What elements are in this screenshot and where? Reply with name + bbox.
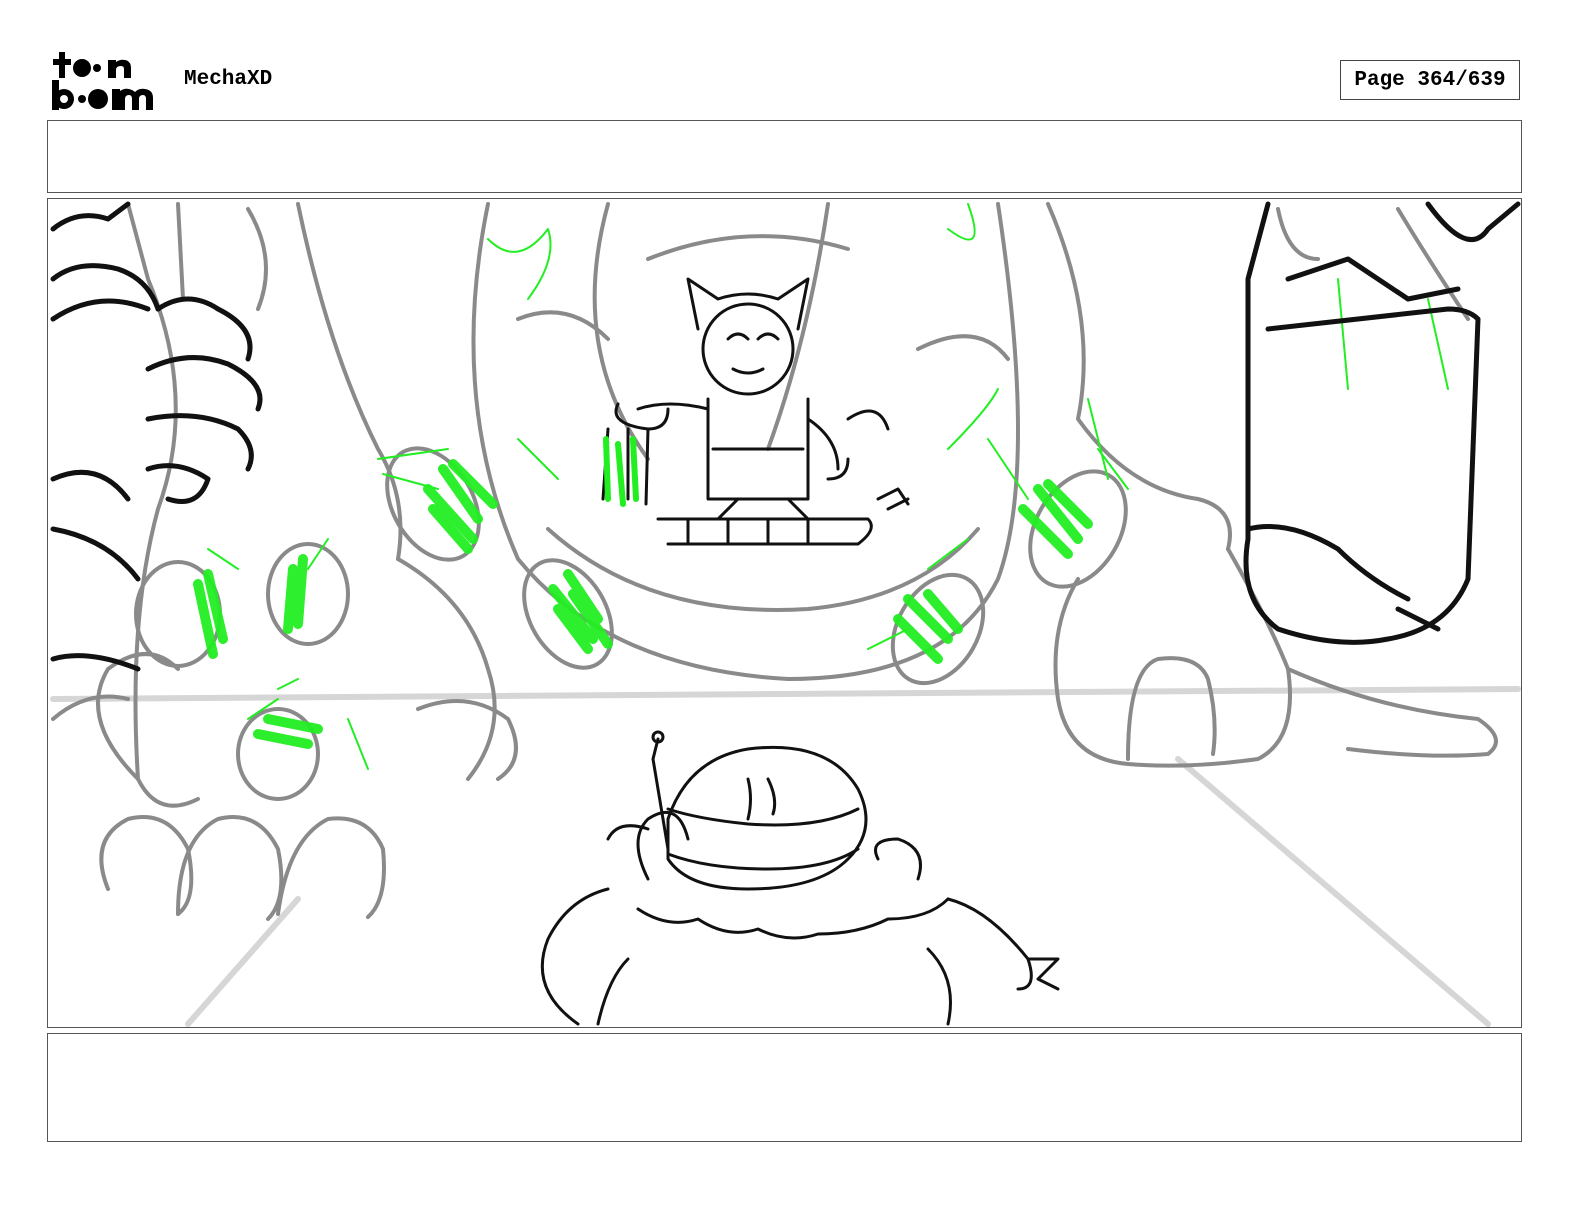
toonboom-logo	[50, 50, 165, 114]
project-title: MechaXD	[184, 68, 273, 91]
sketch-drawing	[50, 201, 1521, 1027]
dialogue-box[interactable]	[47, 120, 1522, 193]
action-notes-box[interactable]	[47, 1033, 1522, 1142]
storyboard-panel-image	[47, 198, 1522, 1028]
page-number: Page 364/639	[1340, 60, 1520, 100]
